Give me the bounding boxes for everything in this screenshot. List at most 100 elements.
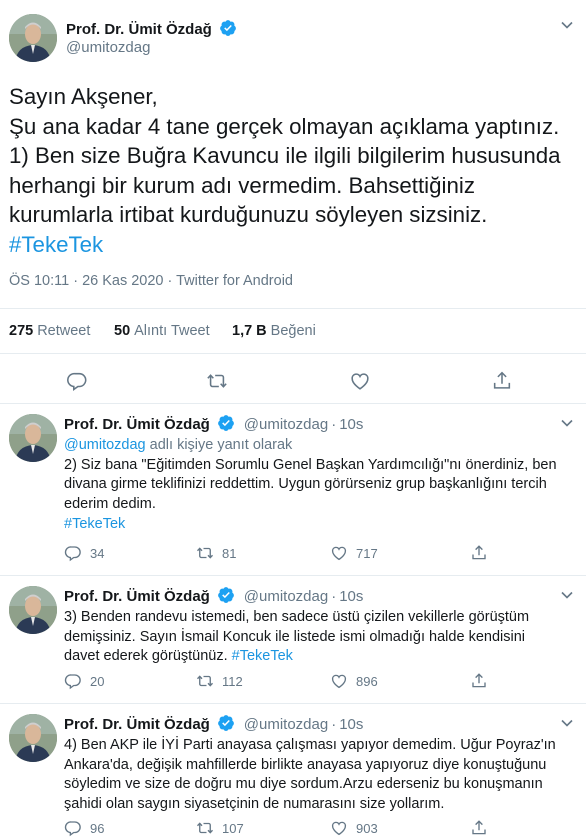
author-name-row: Prof. Dr. Ümit Özdağ @umitozdag · 10s (64, 714, 363, 737)
retweet-icon[interactable] (206, 370, 228, 392)
hashtag-link[interactable]: #TekeTek (9, 230, 581, 260)
reply-button[interactable]: 34 (64, 544, 104, 564)
retweet-icon (197, 675, 213, 687)
reply-to-handle-link[interactable]: @umitozdag (64, 437, 146, 453)
reply-button[interactable]: 20 (64, 672, 104, 692)
retweet-count: 107 (222, 821, 244, 836)
reply-text-line: Ankara'da, değişik mahfillerde birlikte … (64, 756, 547, 773)
retweet-stat[interactable]: 275 Retweet (9, 323, 90, 339)
author-name-row: Prof. Dr. Ümit Özdağ @umitozdag · 10s (64, 586, 363, 609)
hashtag-link[interactable]: #TekeTek (64, 515, 576, 535)
reply-icon (64, 821, 81, 837)
hashtag-link[interactable]: #TekeTek (232, 648, 293, 664)
tweet-text-line: 1) Ben size Buğra Kavuncu ile ilgili bil… (9, 143, 561, 168)
author-handle[interactable]: @umitozdag (244, 716, 328, 733)
like-stat[interactable]: 1,7 B Beğeni (232, 323, 316, 339)
reply-actions: 20 112 896 (64, 672, 576, 692)
like-count: 1,7 B (232, 323, 267, 339)
reply-text-line: 4) Ben AKP ile İYİ Parti anayasa çalışma… (64, 737, 556, 753)
chevron-down-icon[interactable] (560, 18, 574, 32)
reply-icon (64, 674, 81, 690)
reply-text-line: 2) Siz bana "Eğitimden Sorumlu Genel Baş… (64, 456, 557, 473)
reply-text-segment: davet ederek görüştünüz. (64, 648, 228, 665)
share-icon[interactable] (491, 370, 513, 392)
tweet-text-line: kurumlarla irtibat kurduğunuzu söyleyen … (9, 202, 488, 227)
tweet-stats: 275 Retweet 50 Alıntı Tweet 1,7 B Beğeni (0, 308, 586, 354)
author-name[interactable]: Prof. Dr. Ümit Özdağ (66, 21, 212, 38)
avatar[interactable] (9, 414, 57, 462)
reply-to-label: adlı kişiye yanıt olarak (149, 437, 293, 453)
chevron-down-icon[interactable] (560, 416, 574, 430)
reply-text-line: demişsiniz. Sayın İsmail Koncuk ile list… (64, 628, 525, 645)
like-icon (331, 674, 347, 689)
reply-text-line: davet ederek görüştünüz. #TekeTek (64, 647, 576, 667)
tweet-time[interactable]: 10s (339, 588, 363, 605)
tweet-actions (0, 366, 586, 396)
retweet-count: 275 (9, 323, 34, 339)
reply-text-line: ederim dedim. (64, 496, 156, 513)
avatar[interactable] (9, 586, 57, 634)
share-button[interactable] (470, 819, 488, 839)
share-icon (472, 545, 486, 560)
tweet-text-line: herhangi bir kurum adı vermedim. Bahsett… (9, 172, 475, 198)
like-icon (331, 821, 347, 836)
share-button[interactable] (470, 544, 488, 564)
tweet-text: Sayın Akşener, Şu ana kadar 4 tane gerçe… (9, 82, 581, 259)
tweet-time[interactable]: 10s (339, 416, 363, 433)
retweet-icon (197, 547, 213, 559)
reply-tweet[interactable]: Prof. Dr. Ümit Özdağ @umitozdag · 10s 3) B… (0, 576, 586, 704)
retweet-icon (197, 822, 213, 834)
verified-badge-icon (217, 586, 235, 609)
reply-tweet[interactable]: Prof. Dr. Ümit Özdağ @umitozdag · 10s 4) B… (0, 704, 586, 839)
reply-count: 20 (90, 674, 105, 689)
retweet-button[interactable]: 107 (196, 819, 244, 839)
reply-button[interactable]: 96 (64, 819, 104, 839)
tweet-timestamp[interactable]: ÖS 10:11 · 26 Kas 2020 · Twitter for And… (9, 273, 293, 289)
like-button[interactable]: 903 (330, 819, 378, 839)
like-count: 717 (356, 546, 378, 561)
retweet-button[interactable]: 112 (196, 672, 243, 692)
verified-badge-icon (217, 414, 235, 437)
like-count: 903 (356, 821, 378, 836)
reply-actions: 34 81 717 (64, 544, 576, 564)
reply-context: @umitozdag adlı kişiye yanıt olarak (64, 436, 576, 456)
author-name[interactable]: Prof. Dr. Ümit Özdağ (64, 416, 210, 433)
like-count: 896 (356, 674, 378, 689)
reply-text: @umitozdag adlı kişiye yanıt olarak 2) S… (64, 436, 576, 535)
like-icon[interactable] (349, 370, 371, 392)
author-handle[interactable]: @umitozdag (244, 588, 328, 605)
reply-text: 3) Benden randevu istemedi, ben sadece ü… (64, 608, 576, 667)
author-name-row: Prof. Dr. Ümit Özdağ @umitozdag · 10s (64, 414, 363, 437)
avatar[interactable] (9, 714, 57, 762)
share-button[interactable] (470, 672, 488, 692)
retweet-stat-label: Retweet (37, 323, 91, 339)
like-stat-label: Beğeni (270, 323, 316, 339)
reply-icon (64, 546, 81, 562)
like-icon (331, 546, 347, 561)
chevron-down-icon[interactable] (560, 716, 574, 730)
quote-stat[interactable]: 50 Alıntı Tweet (114, 323, 210, 339)
avatar[interactable] (9, 14, 57, 62)
reply-icon[interactable] (66, 370, 88, 392)
reply-count: 96 (90, 821, 105, 836)
author-handle[interactable]: @umitozdag (66, 39, 150, 56)
retweet-button[interactable]: 81 (196, 544, 236, 564)
author-handle[interactable]: @umitozdag (244, 416, 328, 433)
chevron-down-icon[interactable] (560, 588, 574, 602)
retweet-count: 112 (222, 674, 243, 689)
verified-badge-icon (219, 19, 237, 42)
reply-text-line: şahidi olan saygın siyasetçinin de numar… (64, 796, 445, 813)
quote-stat-label: Alıntı Tweet (134, 323, 210, 339)
author-name[interactable]: Prof. Dr. Ümit Özdağ (64, 716, 210, 733)
like-button[interactable]: 717 (330, 544, 378, 564)
reply-tweet[interactable]: Prof. Dr. Ümit Özdağ @umitozdag · 10s @umi… (0, 404, 586, 576)
tweet-text-line: Sayın Akşener, (9, 84, 158, 109)
like-button[interactable]: 896 (330, 672, 378, 692)
reply-text-line: 3) Benden randevu istemedi, ben sadece ü… (64, 609, 530, 625)
author-name[interactable]: Prof. Dr. Ümit Özdağ (64, 588, 210, 605)
tweet-time[interactable]: 10s (339, 716, 363, 733)
quote-count: 50 (114, 323, 131, 339)
tweet-text-line: Şu ana kadar 4 tane gerçek olmayan açıkl… (9, 113, 560, 139)
verified-badge-icon (217, 714, 235, 737)
reply-text-line: divana girme teklifinizi reddettim. Uygu… (64, 476, 547, 493)
